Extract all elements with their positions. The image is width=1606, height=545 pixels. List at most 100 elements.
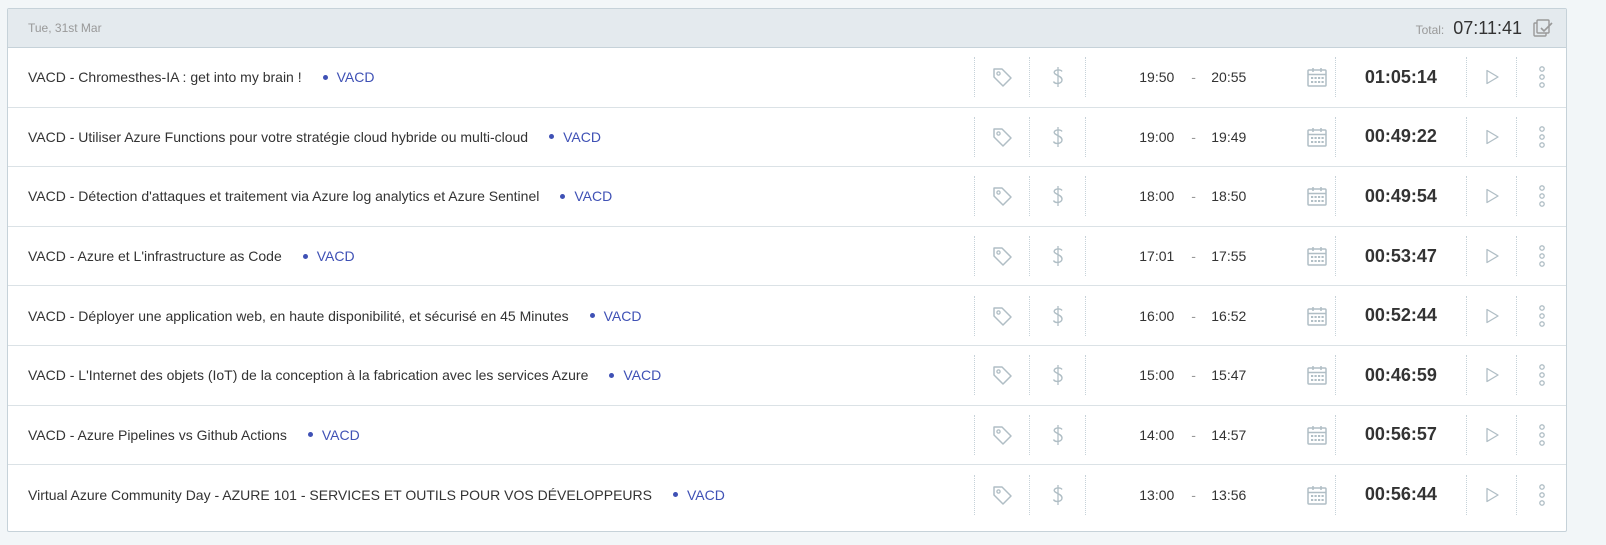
time-range[interactable]: 13:00 - 13:56 xyxy=(1085,474,1334,515)
entry-end-time[interactable]: 17:55 xyxy=(1211,248,1271,264)
entry-description-area[interactable]: VACD - Chromesthes-IA : get into my brai… xyxy=(8,69,974,85)
bulk-edit-icon[interactable] xyxy=(1532,17,1554,39)
entry-description[interactable]: VACD - Déployer une application web, en … xyxy=(28,308,569,324)
entry-start-time[interactable]: 19:50 xyxy=(1139,69,1179,85)
entry-end-time[interactable]: 13:56 xyxy=(1211,487,1271,503)
entry-description[interactable]: VACD - Détection d'attaques et traitemen… xyxy=(28,188,539,204)
entry-duration[interactable]: 00:56:44 xyxy=(1334,474,1467,515)
entry-project[interactable]: VACD xyxy=(623,367,661,383)
entry-start-time[interactable]: 15:00 xyxy=(1139,367,1179,383)
calendar-icon[interactable] xyxy=(1306,126,1328,148)
entry-description[interactable]: VACD - Azure et L'infrastructure as Code xyxy=(28,248,282,264)
entry-project[interactable]: VACD xyxy=(322,427,360,443)
time-range[interactable]: 18:00 - 18:50 xyxy=(1085,176,1334,217)
tag-button[interactable] xyxy=(973,295,1030,336)
time-range[interactable]: 17:01 - 17:55 xyxy=(1085,236,1334,277)
tag-button[interactable] xyxy=(973,176,1030,217)
entry-duration[interactable]: 00:56:57 xyxy=(1334,414,1467,455)
entry-description[interactable]: VACD - Azure Pipelines vs Github Actions xyxy=(28,427,287,443)
entry-duration[interactable]: 01:05:14 xyxy=(1334,57,1467,98)
entry-actions-menu[interactable] xyxy=(1516,414,1566,455)
tag-button[interactable] xyxy=(973,414,1030,455)
entry-end-time[interactable]: 15:47 xyxy=(1211,367,1271,383)
calendar-icon[interactable] xyxy=(1306,305,1328,327)
entry-description[interactable]: VACD - Utiliser Azure Functions pour vot… xyxy=(28,129,528,145)
billable-toggle[interactable] xyxy=(1029,176,1085,217)
tag-button[interactable] xyxy=(973,116,1030,157)
time-range[interactable]: 19:00 - 19:49 xyxy=(1085,116,1334,157)
time-range[interactable]: 15:00 - 15:47 xyxy=(1085,355,1334,396)
continue-timer-button[interactable] xyxy=(1466,176,1516,217)
continue-timer-button[interactable] xyxy=(1466,116,1516,157)
entry-description-area[interactable]: Virtual Azure Community Day - AZURE 101 … xyxy=(8,487,974,503)
entry-duration[interactable]: 00:53:47 xyxy=(1334,236,1467,277)
continue-timer-button[interactable] xyxy=(1466,474,1516,515)
continue-timer-button[interactable] xyxy=(1466,57,1516,98)
entry-project[interactable]: VACD xyxy=(574,188,612,204)
continue-timer-button[interactable] xyxy=(1466,295,1516,336)
entry-actions-menu[interactable] xyxy=(1516,295,1566,336)
dollar-icon xyxy=(1051,184,1065,208)
billable-toggle[interactable] xyxy=(1029,474,1085,515)
calendar-icon[interactable] xyxy=(1306,66,1328,88)
entry-actions-menu[interactable] xyxy=(1516,116,1566,157)
tag-button[interactable] xyxy=(973,355,1030,396)
calendar-icon[interactable] xyxy=(1306,245,1328,267)
billable-toggle[interactable] xyxy=(1029,116,1085,157)
tag-button[interactable] xyxy=(973,57,1030,98)
entry-duration[interactable]: 00:46:59 xyxy=(1334,355,1467,396)
entry-description-area[interactable]: VACD - L'Internet des objets (IoT) de la… xyxy=(8,367,974,383)
entry-project[interactable]: VACD xyxy=(337,69,375,85)
entry-end-time[interactable]: 19:49 xyxy=(1211,129,1271,145)
entry-duration[interactable]: 00:49:22 xyxy=(1334,116,1467,157)
entry-start-time[interactable]: 13:00 xyxy=(1139,487,1179,503)
calendar-icon[interactable] xyxy=(1306,484,1328,506)
entry-project[interactable]: VACD xyxy=(563,129,601,145)
entry-end-time[interactable]: 16:52 xyxy=(1211,308,1271,324)
continue-timer-button[interactable] xyxy=(1466,355,1516,396)
time-range[interactable]: 19:50 - 20:55 xyxy=(1085,57,1334,98)
entry-actions-menu[interactable] xyxy=(1516,355,1566,396)
entry-description-area[interactable]: VACD - Utiliser Azure Functions pour vot… xyxy=(8,129,974,145)
time-range[interactable]: 14:00 - 14:57 xyxy=(1085,414,1334,455)
entry-description[interactable]: Virtual Azure Community Day - AZURE 101 … xyxy=(28,487,652,503)
billable-toggle[interactable] xyxy=(1029,57,1085,98)
entry-start-time[interactable]: 17:01 xyxy=(1139,248,1179,264)
billable-toggle[interactable] xyxy=(1029,414,1085,455)
continue-timer-button[interactable] xyxy=(1466,236,1516,277)
entry-description-area[interactable]: VACD - Détection d'attaques et traitemen… xyxy=(8,188,974,204)
calendar-icon[interactable] xyxy=(1306,364,1328,386)
entry-end-time[interactable]: 14:57 xyxy=(1211,427,1271,443)
continue-timer-button[interactable] xyxy=(1466,414,1516,455)
billable-toggle[interactable] xyxy=(1029,236,1085,277)
entry-project[interactable]: VACD xyxy=(317,248,355,264)
entry-description-area[interactable]: VACD - Déployer une application web, en … xyxy=(8,308,974,324)
entry-start-time[interactable]: 19:00 xyxy=(1139,129,1179,145)
entry-actions-menu[interactable] xyxy=(1516,176,1566,217)
entry-actions-menu[interactable] xyxy=(1516,57,1566,98)
billable-toggle[interactable] xyxy=(1029,295,1085,336)
calendar-icon[interactable] xyxy=(1306,185,1328,207)
entry-description[interactable]: VACD - Chromesthes-IA : get into my brai… xyxy=(28,69,302,85)
calendar-icon[interactable] xyxy=(1306,424,1328,446)
entry-end-time[interactable]: 20:55 xyxy=(1211,69,1271,85)
entry-description-area[interactable]: VACD - Azure et L'infrastructure as Code… xyxy=(8,248,974,264)
entry-start-time[interactable]: 16:00 xyxy=(1139,308,1179,324)
tag-button[interactable] xyxy=(973,236,1030,277)
entry-project[interactable]: VACD xyxy=(687,487,725,503)
entry-duration[interactable]: 00:52:44 xyxy=(1334,295,1467,336)
tag-icon xyxy=(991,364,1013,386)
tag-icon xyxy=(991,66,1013,88)
entry-description-area[interactable]: VACD - Azure Pipelines vs Github Actions… xyxy=(8,427,974,443)
time-range[interactable]: 16:00 - 16:52 xyxy=(1085,295,1334,336)
entry-start-time[interactable]: 14:00 xyxy=(1139,427,1179,443)
entry-actions-menu[interactable] xyxy=(1516,236,1566,277)
billable-toggle[interactable] xyxy=(1029,355,1085,396)
entry-start-time[interactable]: 18:00 xyxy=(1139,188,1179,204)
entry-description[interactable]: VACD - L'Internet des objets (IoT) de la… xyxy=(28,367,588,383)
entry-end-time[interactable]: 18:50 xyxy=(1211,188,1271,204)
entry-actions-menu[interactable] xyxy=(1516,474,1566,515)
tag-button[interactable] xyxy=(973,474,1030,515)
entry-project[interactable]: VACD xyxy=(604,308,642,324)
entry-duration[interactable]: 00:49:54 xyxy=(1334,176,1467,217)
